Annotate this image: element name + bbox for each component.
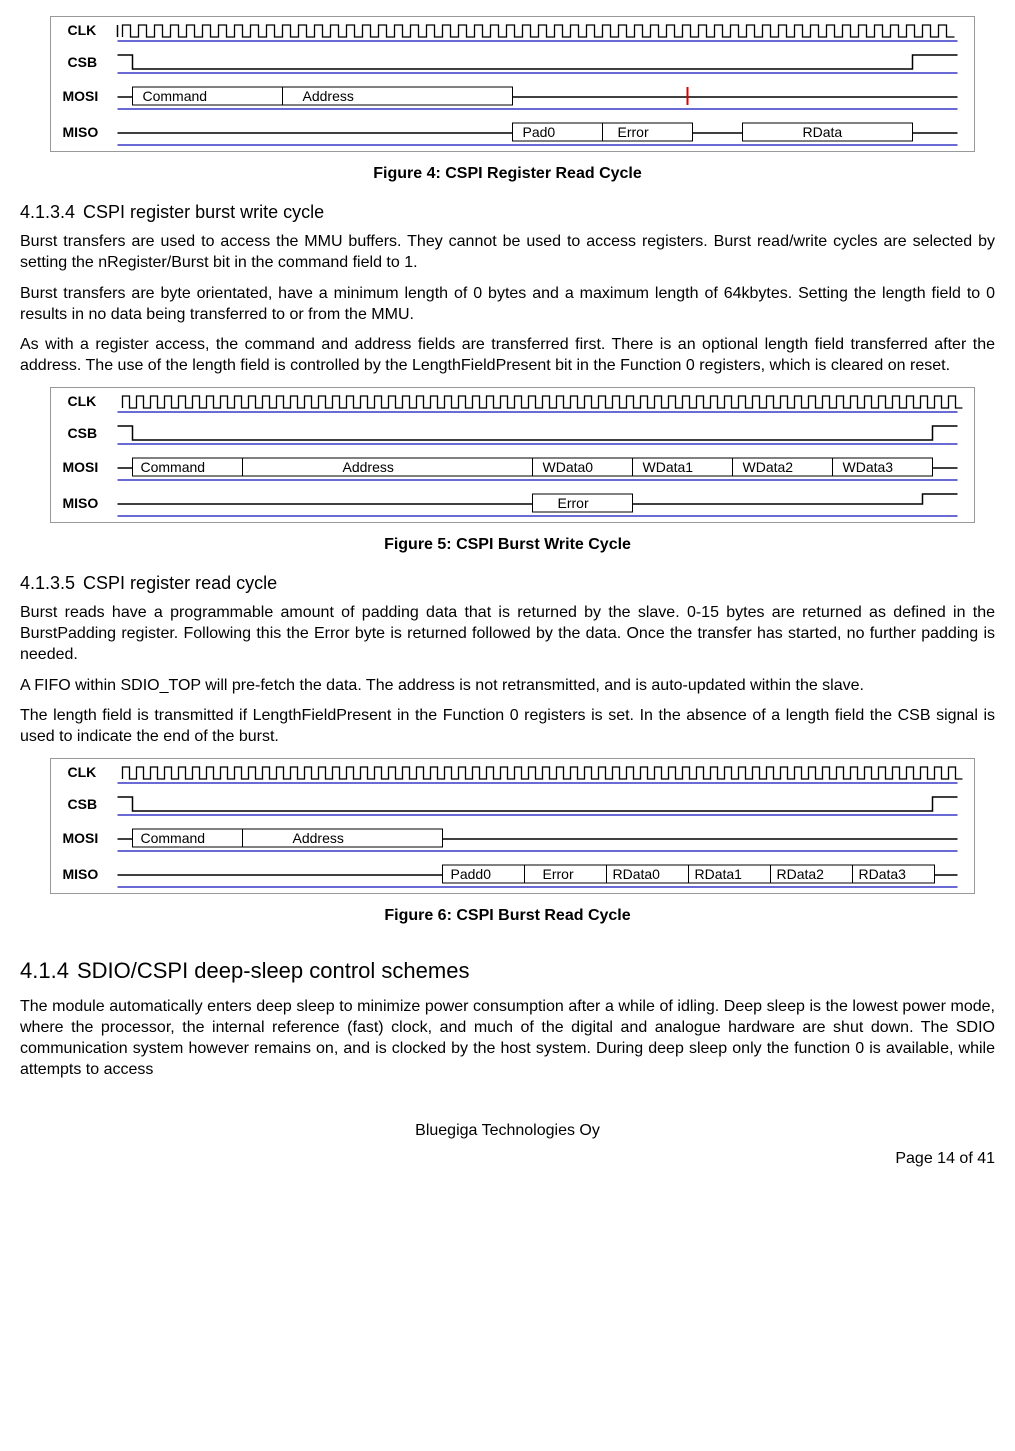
paragraph: The length field is transmitted if Lengt… bbox=[20, 706, 995, 748]
svg-text:RData2: RData2 bbox=[777, 866, 825, 882]
svg-text:RData0: RData0 bbox=[613, 866, 661, 882]
footer-company: Bluegiga Technologies Oy bbox=[20, 1121, 995, 1142]
heading-414: 4.1.4SDIO/CSPI deep-sleep control scheme… bbox=[20, 957, 995, 986]
figure-4-caption: Figure 4: CSPI Register Read Cycle bbox=[20, 164, 995, 185]
svg-text:WData0: WData0 bbox=[543, 459, 594, 475]
miso-field: Pad0 bbox=[523, 124, 556, 140]
svg-text:Padd0: Padd0 bbox=[451, 866, 492, 882]
svg-text:Command: Command bbox=[141, 459, 206, 475]
paragraph: Burst transfers are byte orientated, hav… bbox=[20, 284, 995, 326]
signal-label: MISO bbox=[63, 124, 99, 140]
svg-text:CSB: CSB bbox=[68, 425, 98, 441]
paragraph: The module automatically enters deep sle… bbox=[20, 997, 995, 1080]
paragraph: Burst transfers are used to access the M… bbox=[20, 232, 995, 274]
heading-4134: 4.1.3.4CSPI register burst write cycle bbox=[20, 201, 995, 224]
svg-text:Command: Command bbox=[141, 830, 206, 846]
svg-text:WData3: WData3 bbox=[843, 459, 894, 475]
heading-4135: 4.1.3.5CSPI register read cycle bbox=[20, 572, 995, 595]
svg-text:MISO: MISO bbox=[63, 495, 99, 511]
paragraph: Burst reads have a programmable amount o… bbox=[20, 603, 995, 665]
figure-4-diagram: CLK CSB MOSI Command Address MISO Pad0 E… bbox=[50, 16, 975, 152]
svg-text:MOSI: MOSI bbox=[63, 830, 99, 846]
page-number: Page 14 of 41 bbox=[20, 1149, 995, 1170]
svg-text:Error: Error bbox=[558, 495, 589, 511]
signal-label: MOSI bbox=[63, 88, 99, 104]
figure-5-diagram: CLK CSB MOSI Command Address WData0 WDat… bbox=[50, 387, 975, 523]
figure-5-caption: Figure 5: CSPI Burst Write Cycle bbox=[20, 535, 995, 556]
svg-text:CLK: CLK bbox=[68, 764, 97, 780]
signal-label: CLK bbox=[68, 22, 97, 38]
mosi-field: Address bbox=[303, 88, 354, 104]
signal-label: CSB bbox=[68, 54, 98, 70]
svg-text:Address: Address bbox=[293, 830, 344, 846]
svg-text:CSB: CSB bbox=[68, 796, 98, 812]
svg-text:MOSI: MOSI bbox=[63, 459, 99, 475]
paragraph: As with a register access, the command a… bbox=[20, 335, 995, 377]
svg-text:MISO: MISO bbox=[63, 866, 99, 882]
figure-6-caption: Figure 6: CSPI Burst Read Cycle bbox=[20, 906, 995, 927]
miso-field: Error bbox=[618, 124, 649, 140]
paragraph: A FIFO within SDIO_TOP will pre-fetch th… bbox=[20, 676, 995, 697]
svg-text:RData3: RData3 bbox=[859, 866, 907, 882]
svg-text:RData1: RData1 bbox=[695, 866, 743, 882]
svg-text:Error: Error bbox=[543, 866, 574, 882]
mosi-field: Command bbox=[143, 88, 208, 104]
figure-6-diagram: CLK CSB MOSI Command Address MISO Padd0 … bbox=[50, 758, 975, 894]
svg-text:WData2: WData2 bbox=[743, 459, 794, 475]
miso-field: RData bbox=[803, 124, 843, 140]
svg-text:WData1: WData1 bbox=[643, 459, 694, 475]
svg-text:Address: Address bbox=[343, 459, 394, 475]
svg-text:CLK: CLK bbox=[68, 393, 97, 409]
